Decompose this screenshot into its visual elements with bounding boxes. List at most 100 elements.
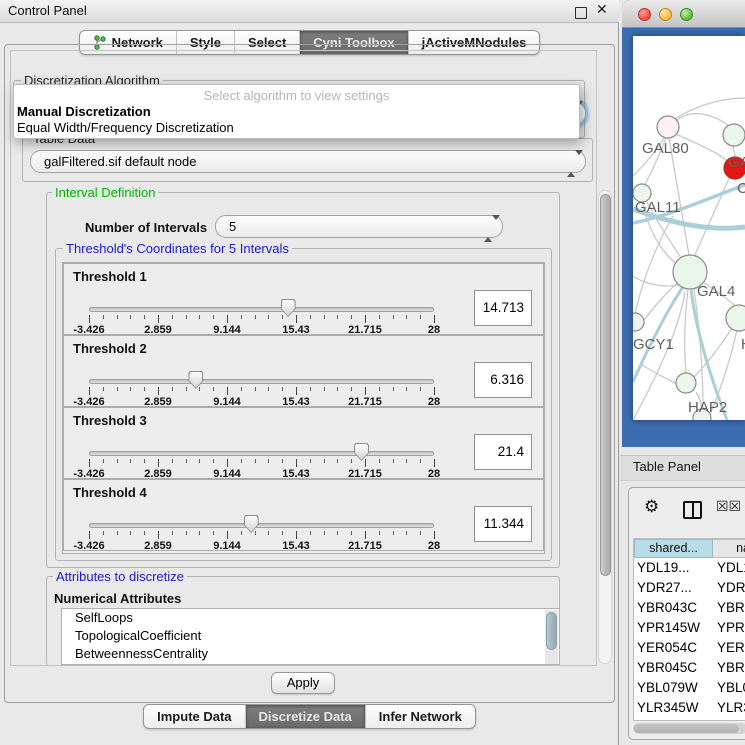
tab-impute-data[interactable]: Impute Data bbox=[144, 705, 244, 728]
cell-shared-name[interactable]: YIL052C bbox=[637, 718, 713, 721]
bottom-tabbar: Impute Data Discretize Data Infer Networ… bbox=[0, 704, 619, 729]
tick-mark bbox=[296, 387, 297, 395]
cell-shared-name[interactable]: YBR045C bbox=[637, 658, 713, 678]
column-header-shared-name[interactable]: shared... bbox=[634, 539, 713, 558]
tick-mark bbox=[310, 531, 311, 535]
num-intervals-combobox[interactable]: 5 bbox=[215, 215, 503, 238]
table-row[interactable]: YBL079WYBL0 bbox=[634, 678, 745, 698]
node-hap2[interactable] bbox=[676, 373, 696, 393]
cell-name[interactable]: YBR0 bbox=[717, 658, 745, 678]
list-item[interactable]: BetweennessCentrality bbox=[62, 645, 559, 663]
tick-mark bbox=[393, 459, 394, 463]
close-traffic-light[interactable] bbox=[638, 8, 651, 21]
tick-mark bbox=[117, 387, 118, 391]
tick-mark bbox=[310, 387, 311, 391]
slider-thumb[interactable] bbox=[281, 299, 296, 317]
slider-track[interactable] bbox=[89, 451, 434, 456]
slider-ticks bbox=[89, 315, 434, 324]
slider-track[interactable] bbox=[89, 307, 434, 312]
close-icon[interactable]: ✕ bbox=[596, 2, 608, 18]
table-row[interactable]: YPR145WYPR1 bbox=[634, 618, 745, 638]
node-gal80[interactable] bbox=[657, 116, 679, 138]
threshold-value-field[interactable]: 11.344 bbox=[474, 506, 532, 542]
table-row[interactable]: YER054CYER0 bbox=[634, 638, 745, 658]
threshold-value-field[interactable]: 21.4 bbox=[474, 434, 532, 470]
node-label: GCY1 bbox=[633, 336, 674, 353]
tab-discretize-data[interactable]: Discretize Data bbox=[245, 705, 365, 728]
cell-shared-name[interactable]: YDR27... bbox=[637, 578, 713, 598]
table-data-combobox[interactable]: galFiltered.sif default node bbox=[30, 150, 586, 173]
group-title: Interval Definition bbox=[52, 185, 158, 200]
table-row[interactable]: YLR345WYLR3 bbox=[634, 698, 745, 718]
threshold-value-field[interactable]: 6.316 bbox=[474, 362, 532, 398]
tick-mark bbox=[268, 315, 269, 319]
cell-name[interactable]: YIL0 bbox=[717, 718, 745, 721]
column-header-name[interactable]: na bbox=[713, 539, 745, 558]
table-row[interactable]: YDR27...YDR2 bbox=[634, 578, 745, 598]
slider-thumb[interactable] bbox=[354, 443, 369, 461]
slider-thumb[interactable] bbox=[244, 515, 259, 533]
list-item[interactable]: TopologicalCoefficient bbox=[62, 627, 559, 645]
table-row[interactable]: YBR043CYBR0 bbox=[634, 598, 745, 618]
cell-name[interactable]: YDR2 bbox=[717, 578, 745, 598]
minimize-traffic-light[interactable] bbox=[659, 8, 672, 21]
slider-track[interactable] bbox=[89, 523, 434, 528]
tick-mark bbox=[241, 459, 242, 463]
zoom-traffic-light[interactable] bbox=[680, 8, 693, 21]
threshold-value-field[interactable]: 14.713 bbox=[474, 290, 532, 326]
cell-shared-name[interactable]: YLR345W bbox=[637, 698, 713, 718]
cell-name[interactable]: YPR1 bbox=[717, 618, 745, 638]
cell-name[interactable]: YLR3 bbox=[717, 698, 745, 718]
vertical-scrollbar-thumb[interactable] bbox=[600, 194, 611, 576]
network-canvas[interactable]: GAL80 GA C GAL11 GAL4 GCY1 H HAP2 bbox=[633, 36, 745, 420]
tick-mark bbox=[241, 387, 242, 391]
gear-icon[interactable]: ⚙ bbox=[644, 497, 659, 517]
cell-name[interactable]: YER0 bbox=[717, 638, 745, 658]
screen: { "control_panel": { "title": "Control P… bbox=[0, 0, 745, 745]
cell-shared-name[interactable]: YBL079W bbox=[637, 678, 713, 698]
network-window-titlebar[interactable] bbox=[622, 0, 745, 28]
cell-shared-name[interactable]: YBR043C bbox=[637, 598, 713, 618]
tick-label: 2.859 bbox=[144, 540, 172, 552]
column-layout-icon[interactable] bbox=[683, 501, 702, 519]
cell-name[interactable]: YBR0 bbox=[717, 598, 745, 618]
tick-mark bbox=[379, 459, 380, 463]
tick-mark bbox=[144, 387, 145, 391]
table-row[interactable]: YBR045CYBR0 bbox=[634, 658, 745, 678]
node-table: shared... na YDL19...YDL1YDR27...YDR2YBR… bbox=[633, 538, 745, 721]
list-scrollbar-track[interactable] bbox=[545, 610, 558, 664]
node-ga[interactable] bbox=[723, 124, 745, 146]
node-label: C bbox=[737, 180, 745, 197]
tick-mark bbox=[337, 459, 338, 463]
table-row[interactable]: YDL19...YDL1 bbox=[634, 558, 745, 578]
tick-mark bbox=[213, 387, 214, 391]
numerical-attributes-list[interactable]: SelfLoopsTopologicalCoefficientBetweenne… bbox=[61, 608, 560, 665]
horizontal-scrollbar-track[interactable] bbox=[633, 723, 745, 734]
table-row[interactable]: YIL052C YIL0 bbox=[634, 718, 745, 721]
slider-track[interactable] bbox=[89, 379, 434, 384]
tab-label: Discretize Data bbox=[259, 705, 352, 728]
list-scrollbar-thumb[interactable] bbox=[546, 612, 557, 650]
slider-thumb[interactable] bbox=[188, 371, 203, 389]
checkbox-icons[interactable]: ☒☒ bbox=[716, 499, 741, 515]
threshold-label: Threshold 1 bbox=[73, 269, 147, 284]
cell-name[interactable]: YBL0 bbox=[717, 678, 745, 698]
cell-shared-name[interactable]: YPR145W bbox=[637, 618, 713, 638]
tick-mark bbox=[393, 531, 394, 535]
popup-item-equal-width-frequency[interactable]: Equal Width/Frequency Discretization bbox=[14, 120, 579, 136]
tick-mark bbox=[393, 387, 394, 391]
node-gcy1[interactable] bbox=[633, 313, 644, 331]
tick-mark bbox=[434, 387, 435, 395]
cell-name[interactable]: YDL1 bbox=[717, 558, 745, 578]
combo-value: galFiltered.sif default node bbox=[44, 154, 196, 169]
tab-infer-network[interactable]: Infer Network bbox=[365, 705, 475, 728]
float-window-icon[interactable] bbox=[575, 7, 587, 19]
node-label: GAL80 bbox=[642, 140, 689, 157]
list-item[interactable]: SelfLoops bbox=[62, 609, 559, 627]
horizontal-scrollbar-thumb[interactable] bbox=[634, 724, 739, 733]
popup-item-manual-discretization[interactable]: Manual Discretization bbox=[14, 104, 579, 120]
node-h[interactable] bbox=[726, 305, 745, 331]
cell-shared-name[interactable]: YER054C bbox=[637, 638, 713, 658]
apply-button[interactable]: Apply bbox=[271, 672, 335, 694]
cell-shared-name[interactable]: YDL19... bbox=[637, 558, 713, 578]
